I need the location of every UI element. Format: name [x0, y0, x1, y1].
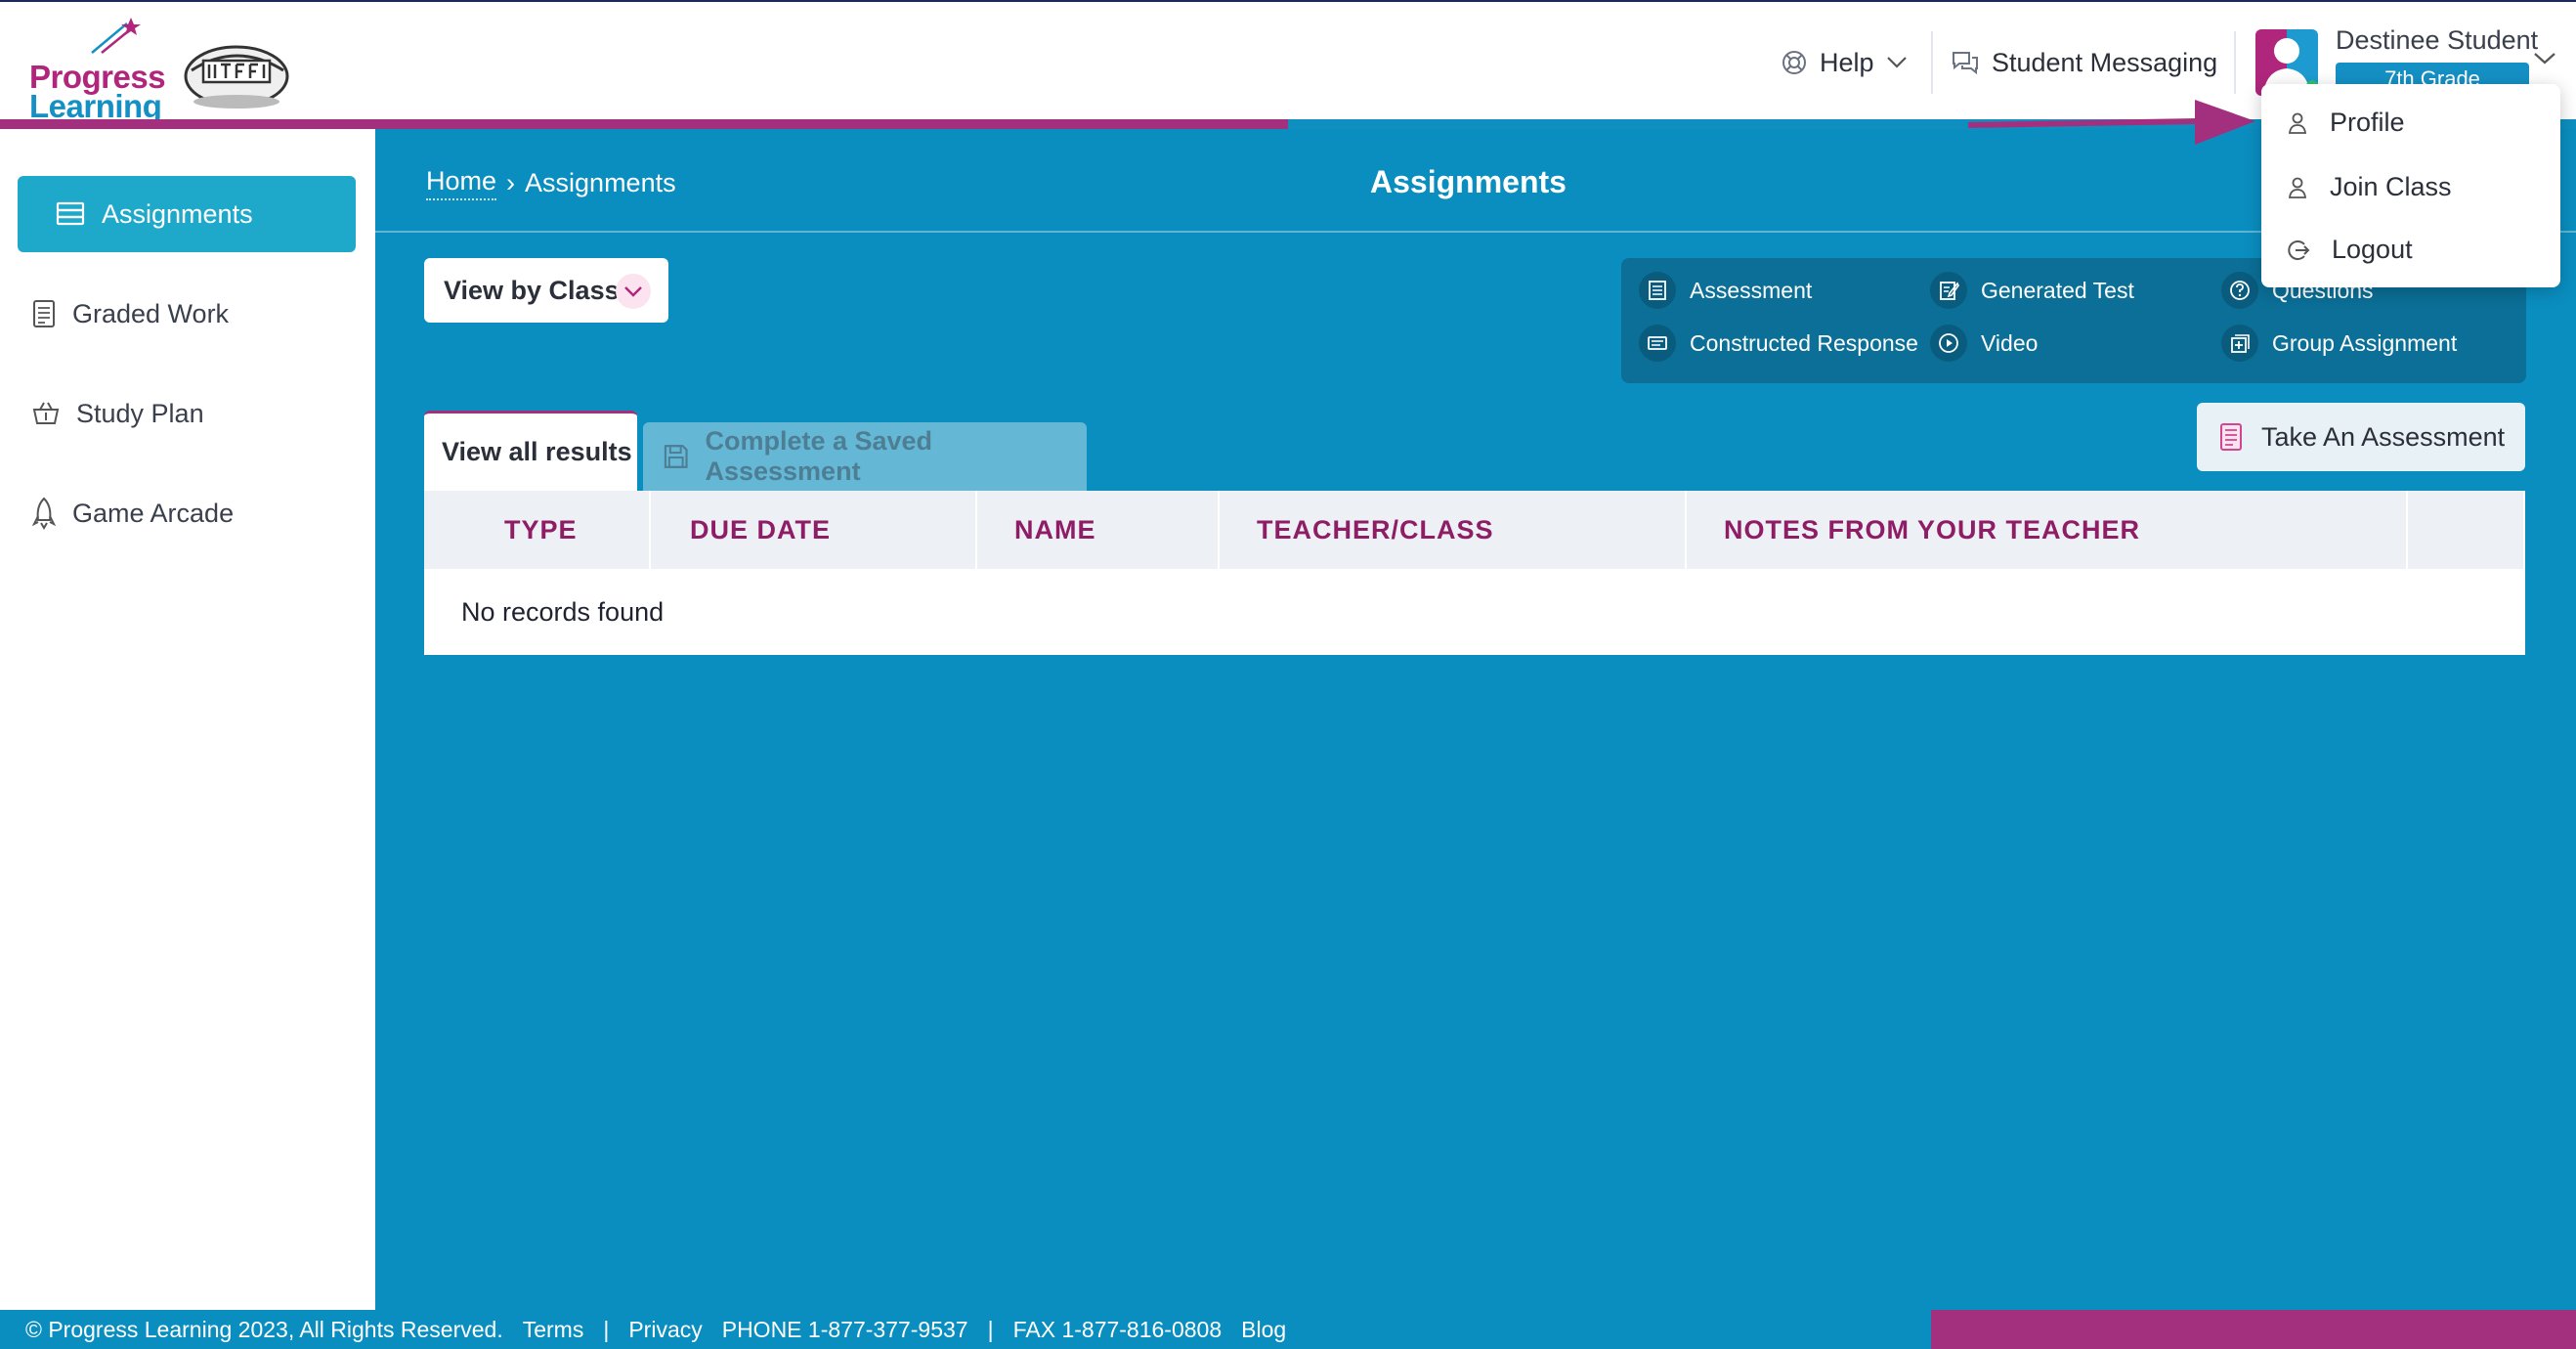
menu-item-label: Join Class [2330, 172, 2452, 201]
messaging-label: Student Messaging [1992, 47, 2218, 77]
sidebar-item-label: Graded Work [72, 298, 230, 328]
chevron-down-icon[interactable] [2533, 51, 2556, 66]
column-header-teacher-class[interactable]: TEACHER/CLASS [1220, 491, 1687, 569]
view-by-class-toggle[interactable] [616, 274, 651, 309]
chevron-down-icon [1886, 57, 1907, 68]
sidebar-item-study-plan[interactable]: Study Plan [18, 375, 356, 452]
tab-label: Complete a Saved Assessment [705, 426, 933, 486]
legend-label: Constructed Response [1690, 329, 1918, 356]
tab-view-all-results[interactable]: View all results [424, 411, 637, 491]
sidebar-item-graded-work[interactable]: Graded Work [18, 276, 356, 352]
breadcrumb-separator: › [506, 168, 516, 197]
legend-item-assessment: Assessment [1639, 272, 1812, 309]
assessment-icon [1639, 272, 1676, 309]
progress-learning-logo[interactable]: Progress Learning [27, 16, 166, 124]
logo-star-icon [91, 18, 141, 54]
column-header-due-date[interactable]: DUE DATE [651, 491, 977, 569]
footer-phone: PHONE 1-877-377-9537 [721, 1316, 968, 1342]
footer-fax: FAX 1-877-816-0808 [1012, 1316, 1223, 1342]
sidebar-item-assignments[interactable]: Assignments [18, 176, 356, 252]
breadcrumb-home-link[interactable]: Home [426, 166, 497, 200]
main-content: Home › Assignments Assignments View by C… [375, 129, 2576, 1310]
header-divider-line [375, 231, 2576, 233]
sidebar: Assignments Graded Work Study Plan Game … [0, 129, 375, 1310]
page-title: Assignments [1370, 164, 1567, 199]
column-header-type[interactable]: TYPE [424, 491, 651, 569]
take-an-assessment-label: Take An Assessment [2261, 421, 2506, 452]
header-divider [2234, 31, 2236, 94]
student-messaging-link[interactable]: Student Messaging [1951, 39, 2217, 86]
footer-privacy-link[interactable]: Privacy [628, 1317, 702, 1343]
user-name[interactable]: Destinee Student [2336, 25, 2538, 56]
sidebar-item-label: Game Arcade [72, 498, 235, 528]
empty-table-row: No records found [424, 569, 2525, 655]
liftoff-logo [184, 45, 289, 109]
footer-blog-link[interactable]: Blog [1241, 1317, 1286, 1343]
empty-message: No records found [461, 596, 665, 627]
save-icon [664, 445, 688, 468]
footer-separator: | [603, 1316, 610, 1342]
help-menu[interactable]: Help [1781, 39, 1919, 86]
rocket-icon [31, 497, 57, 530]
sidebar-item-label: Assignments [102, 198, 253, 229]
menu-item-join-class[interactable]: Join Class [2287, 172, 2452, 202]
study-plan-icon [32, 402, 60, 424]
column-header-name[interactable]: NAME [977, 491, 1220, 569]
video-icon [1930, 325, 1967, 362]
question-icon [2221, 272, 2258, 309]
help-label: Help [1820, 47, 1874, 77]
legend-item-video: Video [1930, 325, 2038, 362]
header-accent-bar-magenta [0, 119, 1288, 129]
graded-work-icon [33, 300, 55, 327]
breadcrumb: Home › Assignments [426, 166, 676, 200]
assignments-icon [56, 201, 85, 226]
footer-accent-bar [1931, 1310, 2576, 1349]
chat-icon [1953, 52, 1978, 75]
legend-label: Assessment [1690, 277, 1813, 303]
footer-separator: | [987, 1316, 994, 1342]
breadcrumb-current: Assignments [525, 168, 676, 197]
sidebar-item-game-arcade[interactable]: Game Arcade [18, 475, 356, 551]
menu-item-logout[interactable]: Logout [2287, 235, 2413, 265]
person-icon [2288, 112, 2307, 134]
take-an-assessment-button[interactable]: Take An Assessment [2197, 403, 2525, 471]
column-header-actions [2408, 491, 2525, 569]
logout-icon [2288, 239, 2310, 260]
legend-label: Group Assignment [2272, 329, 2458, 356]
tab-complete-saved-assessment[interactable]: Complete a Saved Assessment [643, 422, 1087, 491]
table-header-row: TYPE DUE DATE NAME TEACHER/CLASS NOTES F… [424, 491, 2525, 569]
legend-item-constructed-response: Constructed Response [1639, 325, 1918, 362]
header-divider [1931, 31, 1933, 94]
legend-item-generated-test: Generated Test [1930, 272, 2134, 309]
sidebar-item-label: Study Plan [76, 398, 204, 428]
legend-item-group-assignment: Group Assignment [2221, 325, 2457, 362]
menu-item-label: Logout [2332, 235, 2413, 264]
view-by-class-label: View by Class [444, 275, 620, 305]
group-assignment-icon [2221, 325, 2258, 362]
constructed-response-icon [1639, 325, 1676, 362]
user-dropdown-menu: Profile Join Class Logout [2261, 84, 2560, 287]
footer-copyright: © Progress Learning 2023, All Rights Res… [25, 1316, 503, 1342]
column-header-notes[interactable]: NOTES FROM YOUR TEACHER [1687, 491, 2408, 569]
generated-test-icon [1930, 272, 1967, 309]
lifebuoy-icon [1782, 51, 1806, 74]
assessment-icon [2220, 423, 2242, 451]
menu-item-profile[interactable]: Profile [2287, 108, 2405, 138]
person-icon [2288, 177, 2307, 198]
tab-label: View all results [442, 437, 632, 466]
annotation-arrow [1967, 100, 2255, 145]
footer-terms-link[interactable]: Terms [523, 1317, 584, 1343]
view-by-class-dropdown[interactable]: View by Class [424, 258, 668, 323]
legend-label: Generated Test [1981, 277, 2134, 303]
menu-item-label: Profile [2330, 108, 2405, 137]
legend-label: Video [1981, 329, 2039, 356]
chevron-down-icon [624, 286, 642, 297]
assignments-table: TYPE DUE DATE NAME TEACHER/CLASS NOTES F… [424, 491, 2525, 655]
